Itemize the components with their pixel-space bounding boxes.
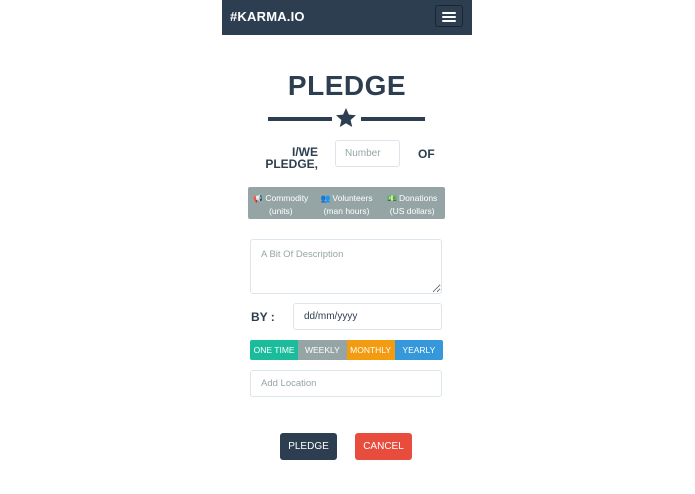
hamburger-menu-icon-bar [442, 16, 456, 18]
frequency-one-time-button[interactable]: ONE TIME [250, 340, 299, 360]
frequency-weekly-button[interactable]: WEEKLY [298, 340, 347, 360]
frequency-yearly-button[interactable]: YEARLY [394, 340, 443, 360]
frequency-monthly-button[interactable]: MONTHLY [346, 340, 395, 360]
divider-right [361, 117, 425, 121]
description-textarea[interactable] [250, 239, 442, 294]
date-input[interactable]: dd/mm/yyyy [293, 303, 442, 330]
pledge-prefix-label: I/WE PLEDGE, [258, 146, 318, 170]
megaphone-icon: 📢 [253, 194, 264, 203]
type-label: Donations [399, 193, 438, 203]
star-icon [336, 108, 356, 127]
frequency-selector: ONE TIME WEEKLY MONTHLY YEARLY [250, 340, 443, 360]
hamburger-menu-button[interactable] [435, 5, 463, 27]
number-input[interactable] [335, 140, 400, 167]
page-title: PLEDGE [287, 70, 407, 101]
type-sublabel: (man hours) [323, 206, 370, 216]
divider-left [268, 117, 332, 121]
pledge-button[interactable]: PLEDGE [280, 433, 337, 460]
cancel-button[interactable]: CANCEL [355, 433, 412, 460]
users-icon: 👥 [320, 194, 331, 203]
navbar: #KARMA.IO [222, 0, 472, 35]
type-commodity-button[interactable]: 📢 Commodity (units) [248, 187, 314, 219]
type-sublabel: (US dollars) [389, 206, 435, 216]
type-label: Volunteers [332, 193, 373, 203]
money-icon: 💵 [387, 194, 398, 203]
location-input[interactable] [250, 370, 442, 397]
type-donations-button[interactable]: 💵 Donations (US dollars) [379, 187, 445, 219]
app-screen: #KARMA.IO PLEDGE I/WE PLEDGE, OF 📢Commod… [222, 0, 472, 494]
type-volunteers-button[interactable]: 👥 Volunteers (man hours) [314, 187, 380, 219]
date-value: dd/mm/yyyy [304, 311, 358, 322]
type-sublabel: (units) [269, 206, 293, 216]
brand-logo[interactable]: #KARMA.IO [230, 9, 305, 24]
date-label: BY : [251, 310, 275, 324]
hamburger-menu-icon-bar [442, 20, 456, 22]
pledge-prefix-line2: PLEDGE, [265, 157, 318, 171]
hamburger-menu-icon [442, 12, 456, 14]
type-label: Commodity [265, 193, 309, 203]
pledge-suffix-label: OF [418, 147, 435, 161]
pledge-type-selector: 📢 Commodity (units) 👥 Volunteers (man hour… [248, 187, 445, 219]
